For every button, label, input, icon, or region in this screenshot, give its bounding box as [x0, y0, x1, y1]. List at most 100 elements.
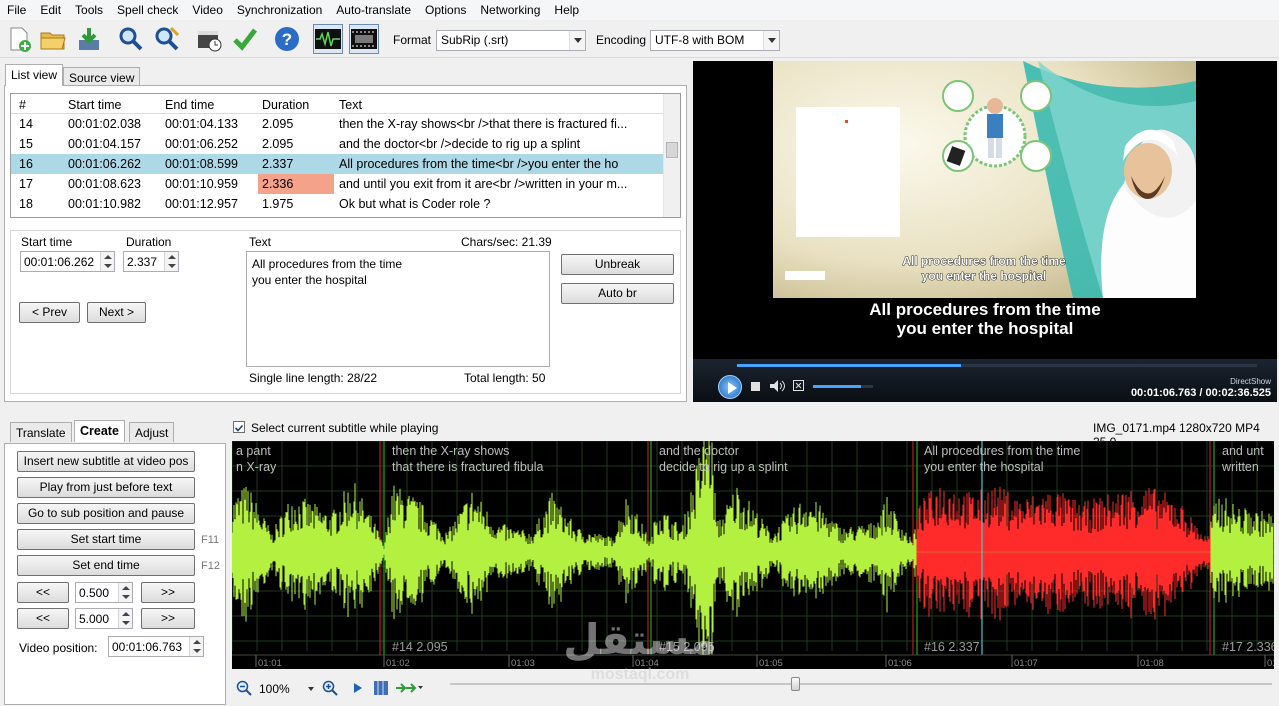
visual-sync-icon[interactable]	[194, 24, 224, 54]
play-before-text-button[interactable]: Play from just before text	[17, 477, 195, 498]
back-large-button[interactable]: <<	[17, 608, 69, 629]
back-small-button[interactable]: <<	[17, 582, 69, 603]
menu-synchronization[interactable]: Synchronization	[230, 1, 329, 19]
spin-buttons[interactable]	[118, 609, 132, 628]
menu-edit[interactable]: Edit	[33, 1, 68, 19]
open-folder-icon[interactable]	[38, 24, 68, 54]
video-progress-track[interactable]	[737, 364, 1257, 367]
menu-options[interactable]: Options	[418, 1, 473, 19]
video-position-label: Video position:	[19, 641, 98, 655]
spin-buttons[interactable]	[100, 252, 114, 271]
next-button[interactable]: Next >	[87, 302, 146, 323]
scroll-thumb[interactable]	[666, 142, 678, 158]
grid-scrollbar[interactable]	[663, 94, 680, 217]
tab-source-view[interactable]: Source view	[63, 67, 141, 87]
video-controls: DirectShow 00:01:06.763 / 00:02:36.525	[693, 359, 1277, 402]
forward-small-button[interactable]: >>	[141, 582, 195, 603]
prev-button[interactable]: < Prev	[19, 302, 80, 323]
col-duration[interactable]: Duration	[262, 98, 309, 112]
waveform-subtitle-line-1: and the doctor	[659, 444, 739, 458]
waveform-view[interactable]: a pant n X-ray then the X-ray shows that th…	[232, 441, 1274, 669]
zoom-out-icon[interactable]	[236, 680, 252, 696]
large-step-input[interactable]: 5.000	[75, 608, 133, 629]
cell-dur: 2.095	[262, 117, 294, 131]
toggle-spectrogram-icon[interactable]	[373, 680, 389, 696]
col-start-time[interactable]: Start time	[68, 98, 122, 112]
volume-slider[interactable]	[813, 385, 873, 388]
time-tick-label: 01:06	[888, 658, 912, 669]
tab-translate[interactable]: Translate	[10, 422, 72, 442]
col-text[interactable]: Text	[339, 98, 362, 112]
play-button[interactable]	[718, 375, 742, 399]
video-scene: All procedures from the time you enter t…	[773, 61, 1196, 298]
play-icon[interactable]	[352, 681, 364, 695]
volume-icon[interactable]	[769, 379, 785, 393]
go-to-sub-button[interactable]: Go to sub position and pause	[17, 503, 195, 524]
menu-video[interactable]: Video	[185, 1, 229, 19]
follow-play-icon[interactable]	[395, 681, 423, 695]
menu-help[interactable]: Help	[547, 1, 586, 19]
text-line-1: All procedures from the time	[252, 257, 403, 271]
table-row[interactable]: 14 00:01:02.038 00:01:04.133 2.095 then the …	[11, 114, 663, 134]
replace-icon[interactable]	[152, 24, 182, 54]
insert-subtitle-button[interactable]: Insert new subtitle at video pos	[17, 451, 195, 472]
table-row[interactable]: 15 00:01:04.157 00:01:06.252 2.095 and the d…	[11, 134, 663, 154]
waveform-toggle-icon[interactable]	[313, 24, 343, 54]
cell-end: 00:01:04.133	[165, 117, 238, 131]
start-time-input[interactable]: 00:01:06.262	[20, 251, 115, 272]
duration-input[interactable]: 2.337	[123, 251, 179, 272]
forward-large-button[interactable]: >>	[141, 608, 195, 629]
unbreak-button[interactable]: Unbreak	[561, 254, 674, 275]
shortcut-f11: F11	[201, 534, 220, 546]
help-icon[interactable]: ?	[272, 24, 302, 54]
format-select[interactable]: SubRip (.srt)	[436, 30, 586, 51]
time-tick-label: 01:02	[386, 658, 410, 669]
col-end-time[interactable]: End time	[165, 98, 214, 112]
zoom-in-icon[interactable]	[322, 680, 338, 696]
cell-dur: 2.336	[262, 177, 294, 191]
waveform-subtitle-line-2: n X-ray	[236, 460, 277, 474]
find-icon[interactable]	[116, 24, 146, 54]
menu-spell-check[interactable]: Spell check	[110, 1, 185, 19]
tab-list-view[interactable]: List view	[5, 64, 64, 86]
waveform-slider-thumb[interactable]	[791, 677, 800, 691]
select-while-playing-checkbox[interactable]	[233, 421, 245, 433]
col-number[interactable]: #	[19, 98, 26, 112]
single-line-length: Single line length: 28/22	[249, 371, 378, 385]
menu-tools[interactable]: Tools	[68, 1, 110, 19]
tab-adjust[interactable]: Adjust	[129, 422, 175, 442]
set-start-time-button[interactable]: Set start time	[17, 529, 195, 550]
save-download-icon[interactable]	[74, 24, 104, 54]
play-icon	[728, 382, 737, 394]
spin-buttons[interactable]	[118, 583, 132, 602]
small-step-input[interactable]: 0.500	[75, 582, 133, 603]
set-end-time-button[interactable]: Set end time	[17, 555, 195, 576]
spell-check-icon[interactable]	[230, 24, 260, 54]
burned-subtitle-line-1: All procedures from the time	[902, 254, 1066, 268]
time-tick-label: 01:05	[759, 658, 783, 669]
video-position-input[interactable]: 00:01:06.763	[108, 636, 204, 657]
waveform-canvas: a pant n X-ray then the X-ray shows that th…	[232, 441, 1274, 669]
table-row[interactable]: 18 00:01:10.982 00:01:12.957 1.975 Ok but wh…	[11, 194, 663, 214]
table-row[interactable]: 16 00:01:06.262 00:01:08.599 2.337 All proce…	[11, 154, 663, 174]
menu-networking[interactable]: Networking	[473, 1, 547, 19]
spin-buttons[interactable]	[164, 252, 178, 271]
chevron-down-icon	[308, 687, 314, 691]
video-toggle-icon[interactable]	[349, 24, 379, 54]
menu-file[interactable]: File	[0, 1, 33, 19]
waveform-subtitle-line-2: you enter the hospital	[924, 460, 1044, 474]
subtitle-text-input[interactable]: All procedures from the time you enter t…	[246, 251, 550, 367]
menu-auto-translate[interactable]: Auto-translate	[329, 1, 418, 19]
stop-icon[interactable]	[751, 382, 760, 391]
new-file-icon[interactable]	[4, 24, 34, 54]
video-progress-fill	[737, 364, 961, 367]
encoding-select[interactable]: UTF-8 with BOM	[650, 30, 780, 51]
fullscreen-icon[interactable]	[793, 380, 804, 391]
tab-create[interactable]: Create	[74, 420, 125, 442]
cell-text: Ok but what is Coder role ?	[339, 197, 491, 211]
zoom-select[interactable]: 100%	[256, 680, 318, 698]
spin-buttons[interactable]	[189, 637, 203, 656]
auto-br-button[interactable]: Auto br	[561, 283, 674, 304]
table-row[interactable]: 17 00:01:08.623 00:01:10.959 2.336 and until…	[11, 174, 663, 194]
shortcut-f12: F12	[201, 560, 220, 572]
